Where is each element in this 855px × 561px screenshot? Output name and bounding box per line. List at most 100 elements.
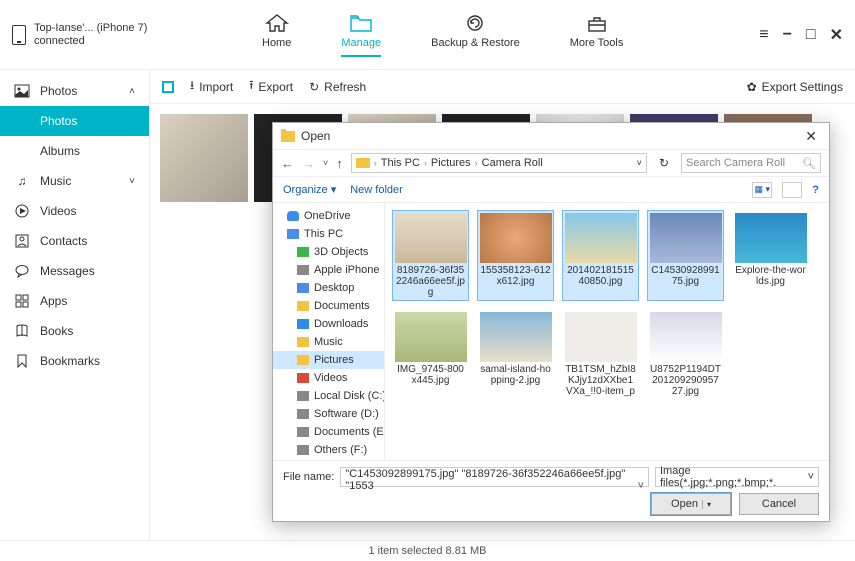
file-name-label: 155358123-612x612.jpg	[480, 265, 551, 287]
pictures-icon	[297, 355, 309, 365]
file-thumbnail	[650, 312, 722, 362]
tab-backup[interactable]: Backup & Restore	[431, 13, 520, 57]
tree-desktop[interactable]: Desktop	[273, 279, 384, 297]
export-settings-button[interactable]: ✿Export Settings	[747, 80, 843, 94]
view-mode-button[interactable]: ▦ ▾	[752, 182, 772, 198]
music-icon: ♫	[14, 174, 30, 188]
export-button[interactable]: ⭱Export	[249, 76, 293, 97]
videos-icon	[297, 373, 309, 383]
file-item[interactable]: C1453092899175.jpg	[648, 211, 723, 300]
maximize-button[interactable]: □	[806, 26, 816, 44]
drive-icon	[297, 427, 309, 437]
tree-pictures[interactable]: Pictures	[273, 351, 384, 369]
preview-pane-button[interactable]	[782, 182, 802, 198]
tree-software-d[interactable]: Software (D:)	[273, 405, 384, 423]
folder-tree: OneDrive This PC 3D Objects Apple iPhone…	[273, 203, 385, 460]
sidebar-item-apps[interactable]: Apps	[0, 286, 149, 316]
sidebar-item-bookmarks[interactable]: Bookmarks	[0, 346, 149, 376]
file-thumbnail	[395, 312, 467, 362]
sidebar-item-contacts[interactable]: Contacts	[0, 226, 149, 256]
import-button[interactable]: ⭳Import	[190, 76, 233, 97]
file-name-label: 8189726-36f352246a66ee5f.jpg	[395, 265, 466, 298]
tree-downloads[interactable]: Downloads	[273, 315, 384, 333]
open-button[interactable]: Open▾	[651, 493, 731, 515]
file-name-label: TB1TSM_hZbI8KJjy1zdXXbe1VXa_!!0-item_pic…	[565, 364, 636, 397]
file-item[interactable]: 20140218151540850.jpg	[563, 211, 638, 300]
home-icon	[265, 13, 289, 33]
tab-manage[interactable]: Manage	[341, 13, 381, 57]
cancel-button[interactable]: Cancel	[739, 493, 819, 515]
tree-documents-e[interactable]: Documents (E:)	[273, 423, 384, 441]
menu-icon[interactable]: ≡	[759, 26, 768, 44]
tree-others-f[interactable]: Others (F:)	[273, 441, 384, 459]
tree-local-c[interactable]: Local Disk (C:)	[273, 387, 384, 405]
tree-apple-iphone[interactable]: Apple iPhone	[273, 261, 384, 279]
folder-icon	[356, 158, 370, 168]
chevron-down-icon[interactable]: ˅	[637, 158, 642, 168]
phone-icon	[297, 265, 309, 275]
file-item[interactable]: 155358123-612x612.jpg	[478, 211, 553, 300]
image-icon	[14, 84, 30, 98]
file-item[interactable]: 8189726-36f352246a66ee5f.jpg	[393, 211, 468, 300]
device-info[interactable]: Top-Ianse'... (iPhone 7) connected	[12, 22, 162, 48]
book-icon	[14, 324, 30, 338]
file-item[interactable]: samal-island-hopping-2.jpg	[478, 310, 553, 399]
nav-up-button[interactable]: ↑	[336, 156, 343, 171]
sidebar-sub-albums[interactable]: Albums	[0, 136, 149, 166]
apps-icon	[14, 294, 30, 308]
play-icon	[14, 204, 30, 218]
nav-back-button[interactable]: ←	[281, 156, 294, 171]
minimize-button[interactable]: −	[783, 26, 792, 44]
sidebar-item-music[interactable]: ♫ Music ˅	[0, 166, 149, 196]
address-bar[interactable]: › This PC› Pictures› Camera Roll ˅	[351, 153, 647, 173]
file-thumbnail	[565, 312, 637, 362]
file-item[interactable]: TB1TSM_hZbI8KJjy1zdXXbe1VXa_!!0-item_pic…	[563, 310, 638, 399]
sidebar-sub-photos[interactable]: Photos	[0, 106, 149, 136]
refresh-button[interactable]: ↻Refresh	[309, 80, 366, 94]
sidebar-item-messages[interactable]: Messages	[0, 256, 149, 286]
tab-home[interactable]: Home	[262, 13, 291, 57]
file-open-dialog: Open ✕ ← → ˅ ↑ › This PC› Pictures› Came…	[272, 122, 830, 522]
close-button[interactable]: ✕	[830, 25, 843, 45]
organize-button[interactable]: Organize ▾	[283, 183, 336, 196]
select-all-checkbox[interactable]	[162, 81, 174, 93]
filename-label: File name:	[283, 471, 334, 483]
file-item[interactable]: Explore-the-worlds.jpg	[733, 211, 808, 300]
tree-videos[interactable]: Videos	[273, 369, 384, 387]
photo-thumb[interactable]	[160, 114, 248, 202]
filename-input[interactable]: "C1453092899175.jpg" "8189726-36f352246a…	[340, 467, 649, 487]
backup-icon	[463, 13, 487, 33]
nav-recent-button[interactable]: ˅	[323, 158, 328, 168]
file-item[interactable]: U8752P1194DT20120929095727.jpg	[648, 310, 723, 399]
nav-forward-button[interactable]: →	[302, 156, 315, 171]
sidebar-item-photos[interactable]: Photos ˄	[0, 76, 149, 106]
search-input[interactable]: Search Camera Roll 🔍︎	[681, 153, 821, 173]
tree-this-pc[interactable]: This PC	[273, 225, 384, 243]
file-thumbnail	[735, 213, 807, 263]
file-name-label: Explore-the-worlds.jpg	[735, 265, 806, 287]
file-list: 8189726-36f352246a66ee5f.jpg 155358123-61…	[385, 203, 829, 460]
folder-icon	[349, 13, 373, 33]
drive-icon	[297, 391, 309, 401]
tab-tools[interactable]: More Tools	[570, 13, 624, 57]
help-icon[interactable]: ?	[812, 184, 819, 196]
nav-refresh-button[interactable]: ↻	[655, 156, 673, 170]
sidebar-item-videos[interactable]: Videos	[0, 196, 149, 226]
sidebar-item-books[interactable]: Books	[0, 316, 149, 346]
file-item[interactable]: IMG_9745-800x445.jpg	[393, 310, 468, 399]
dialog-close-button[interactable]: ✕	[801, 128, 821, 145]
tree-documents[interactable]: Documents	[273, 297, 384, 315]
file-thumbnail	[480, 213, 552, 263]
refresh-icon: ↻	[309, 80, 319, 94]
tree-3d-objects[interactable]: 3D Objects	[273, 243, 384, 261]
folder-icon	[297, 247, 309, 257]
chevron-up-icon: ˄	[129, 86, 135, 97]
new-folder-button[interactable]: New folder	[350, 184, 403, 196]
file-thumbnail	[480, 312, 552, 362]
file-thumbnail	[565, 213, 637, 263]
tree-onedrive[interactable]: OneDrive	[273, 207, 384, 225]
file-filter-select[interactable]: Image files(*.jpg;*.png;*.bmp;*.˅	[655, 467, 819, 487]
download-icon	[297, 319, 309, 329]
tree-music[interactable]: Music	[273, 333, 384, 351]
onedrive-icon	[287, 211, 299, 221]
